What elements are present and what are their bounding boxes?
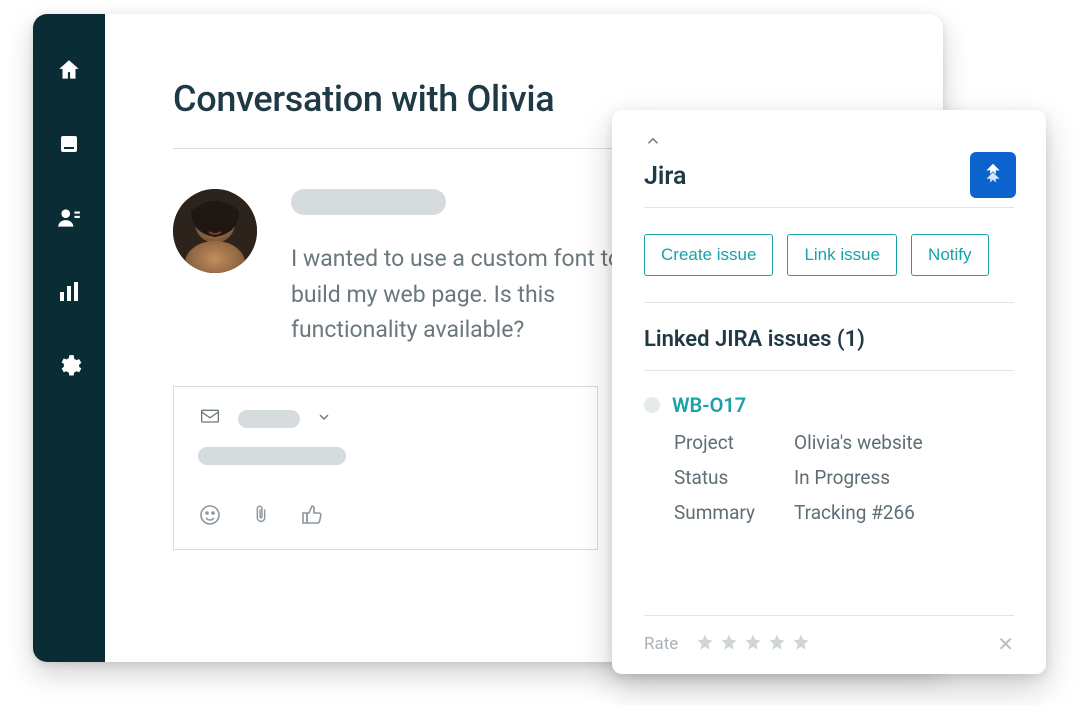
nav-contacts-icon[interactable] [55,204,83,232]
chevron-down-icon[interactable] [316,409,332,429]
panel-actions: Create issue Link issue Notify [644,234,1014,303]
link-issue-button[interactable]: Link issue [787,234,897,276]
issue-key-link[interactable]: WB-O17 [672,393,746,417]
mail-icon [198,407,222,431]
field-project-label: Project [674,431,794,454]
chevron-up-icon[interactable] [644,132,662,154]
compose-actions [198,503,573,531]
star-icon[interactable] [696,633,714,656]
field-project-value: Olivia's website [794,431,1014,454]
nav-inbox-icon[interactable] [55,130,83,158]
panel-header: Jira [644,132,1014,208]
sender-name-placeholder [291,189,446,215]
message-text: I wanted to use a custom font to build m… [291,241,651,348]
issue-status-dot-icon [644,397,660,413]
panel-title: Jira [644,162,1014,191]
field-summary-value: Tracking #266 [794,501,1014,524]
issue-fields: Project Olivia's website Status In Progr… [674,431,1014,524]
nav-home-icon[interactable] [55,56,83,84]
rate-row: Rate ✕ [644,615,1014,656]
avatar [173,189,257,273]
jira-panel: Jira Create issue Link issue Notify Link… [612,110,1046,674]
linked-issues-heading: Linked JIRA issues (1) [644,327,1014,371]
nav-settings-icon[interactable] [55,352,83,380]
sidebar-nav [33,14,105,662]
star-icon[interactable] [744,633,762,656]
star-icon[interactable] [792,633,810,656]
field-summary-label: Summary [674,501,794,524]
thumbs-up-icon[interactable] [300,503,324,531]
notify-button[interactable]: Notify [911,234,988,276]
star-icon[interactable] [768,633,786,656]
compose-channel-placeholder [238,410,300,428]
rating-stars [696,633,810,656]
message-body: I wanted to use a custom font to build m… [291,189,651,348]
field-status-label: Status [674,466,794,489]
star-icon[interactable] [720,633,738,656]
field-status-value: In Progress [794,466,1014,489]
compose-box[interactable] [173,386,598,550]
rate-label: Rate [644,634,678,654]
jira-logo-icon [970,152,1016,198]
linked-issue: WB-O17 Project Olivia's website Status I… [644,393,1014,524]
compose-text-placeholder [198,447,346,465]
nav-reports-icon[interactable] [55,278,83,306]
emoji-icon[interactable] [198,503,222,531]
attachment-icon[interactable] [250,503,272,531]
create-issue-button[interactable]: Create issue [644,234,773,276]
close-icon[interactable]: ✕ [997,632,1014,656]
